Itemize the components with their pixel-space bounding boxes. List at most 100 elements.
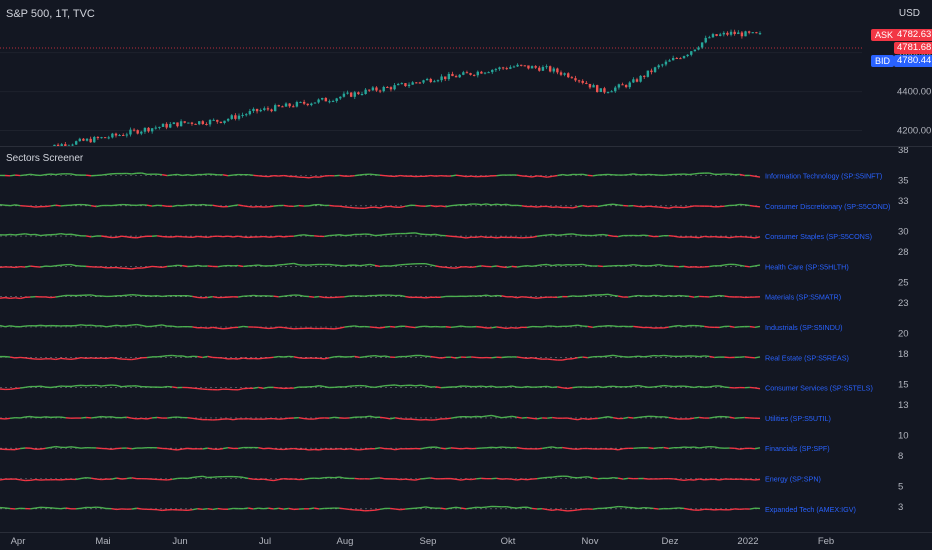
sector-line-segment [364, 294, 370, 297]
sector-line-segment [156, 324, 163, 327]
indicator-title[interactable]: Sectors Screener [6, 153, 83, 164]
candle-body [700, 42, 704, 48]
sector-line-segment [466, 266, 472, 269]
sector-line-segment [395, 355, 401, 359]
price-pane[interactable]: 4600.004400.004200.00 [0, 0, 932, 152]
candle-body [208, 119, 212, 125]
sector-line-segment [577, 204, 583, 208]
sector-line-segment [607, 506, 614, 509]
candle-body [132, 129, 136, 131]
candle-body [686, 54, 689, 57]
sector-line-segment [587, 264, 593, 267]
candle-body [545, 66, 548, 68]
sector-line-segment [567, 417, 573, 420]
sector-line-segment [719, 294, 725, 297]
currency-label[interactable]: USD [899, 8, 920, 19]
sector-line-segment [739, 447, 745, 450]
sector-line-segment [734, 326, 740, 329]
candle-body [603, 88, 606, 93]
sector-line-segment [607, 234, 614, 237]
sector-line-segment [344, 295, 350, 298]
sector-line-segment [536, 234, 543, 238]
sector-line-segment [374, 173, 381, 176]
sector-line-segment [450, 326, 457, 329]
sector-line-segment [476, 265, 482, 268]
sector-line-segment [415, 232, 421, 235]
sector-line-segment [481, 265, 487, 268]
sector-line-segment [592, 507, 598, 510]
candle-body [375, 87, 378, 91]
candle-body [418, 82, 422, 84]
sector-line-segment [329, 356, 335, 359]
candle-body [74, 141, 78, 145]
sector-line-segment [106, 325, 112, 328]
sector-line-segment [547, 175, 553, 178]
sector-line-segment [263, 478, 269, 481]
candle-body [237, 115, 241, 119]
time-axis-tick: Feb [818, 536, 834, 547]
sector-line-segment [70, 384, 77, 388]
sector-line-segment [30, 507, 36, 510]
time-axis[interactable]: Apr Mai Jun Jul Aug Sep Okt Nov Dez 2022 Feb [0, 532, 932, 550]
candle-body [107, 137, 110, 139]
sector-line-segment [445, 447, 452, 450]
sector-label: Consumer Discretionary (SP:S5COND) [765, 202, 890, 211]
sector-label: Consumer Services (SP:S5TELS) [765, 384, 873, 393]
sector-line-segment [238, 264, 244, 268]
sector-line-segment [217, 327, 224, 330]
sector-line-segment [572, 418, 578, 421]
sector-line-segment [75, 477, 82, 481]
sector-line-segment [25, 173, 31, 176]
candle-body [577, 80, 581, 82]
sector-line-segment [268, 507, 274, 510]
sector-line-segment [40, 265, 46, 268]
sector-line-segment [167, 447, 173, 451]
candle-body [548, 66, 552, 72]
indicator-axis-tick: 18 [898, 349, 909, 360]
sector-line-segment [126, 267, 132, 270]
sector-line-segment [653, 385, 659, 388]
candle-body [715, 34, 718, 36]
candle-body [574, 78, 577, 81]
sector-line-segment [197, 418, 203, 421]
sector-line-segment [521, 205, 528, 208]
sector-line-segment [582, 263, 588, 267]
candle-body [429, 78, 432, 83]
sector-line-segment [638, 416, 644, 419]
sector-line-segment [248, 507, 254, 510]
sector-line-segment [91, 324, 97, 327]
sector-line-segment [106, 356, 112, 360]
price-chart[interactable]: 4600.004400.004200.00 [0, 0, 932, 152]
sector-line-segment [303, 477, 310, 481]
candle-body [498, 67, 501, 70]
sector-line-segment [162, 204, 168, 207]
sector-line-segment [455, 325, 462, 328]
candle-body [125, 134, 129, 136]
sector-line-segment [182, 173, 188, 177]
sector-line-segment [4, 325, 11, 328]
sector-line-segment [638, 234, 644, 237]
sector-line-segment [298, 417, 305, 420]
sector-line-segment [86, 477, 92, 479]
sector-line-segment [450, 174, 457, 177]
sector-line-segment [192, 203, 198, 206]
sector-line-segment [440, 356, 446, 359]
sector-line-segment [30, 478, 36, 482]
sector-line-segment [162, 295, 168, 298]
sector-line-segment [754, 175, 761, 178]
candle-body [657, 65, 660, 68]
sector-line-segment [415, 478, 421, 481]
candle-body [563, 73, 566, 75]
sectors-chart[interactable]: 38 35 33 30 28 25 23 20 18 15 13 10 8 5 3 Information T… [0, 145, 932, 533]
sector-line-segment [455, 415, 462, 418]
sector-line-segment [227, 235, 234, 238]
sector-line-segment [536, 357, 543, 360]
sector-line-segment [628, 264, 634, 267]
candle-body [194, 123, 197, 125]
sector-line-segment [258, 326, 264, 329]
sector-line-segment [496, 265, 502, 268]
sector-line-segment [319, 507, 325, 510]
indicator-pane[interactable]: 38 35 33 30 28 25 23 20 18 15 13 10 8 5 3 Information T… [0, 145, 932, 533]
candle-body [487, 72, 490, 74]
sector-line-segment [354, 264, 360, 267]
